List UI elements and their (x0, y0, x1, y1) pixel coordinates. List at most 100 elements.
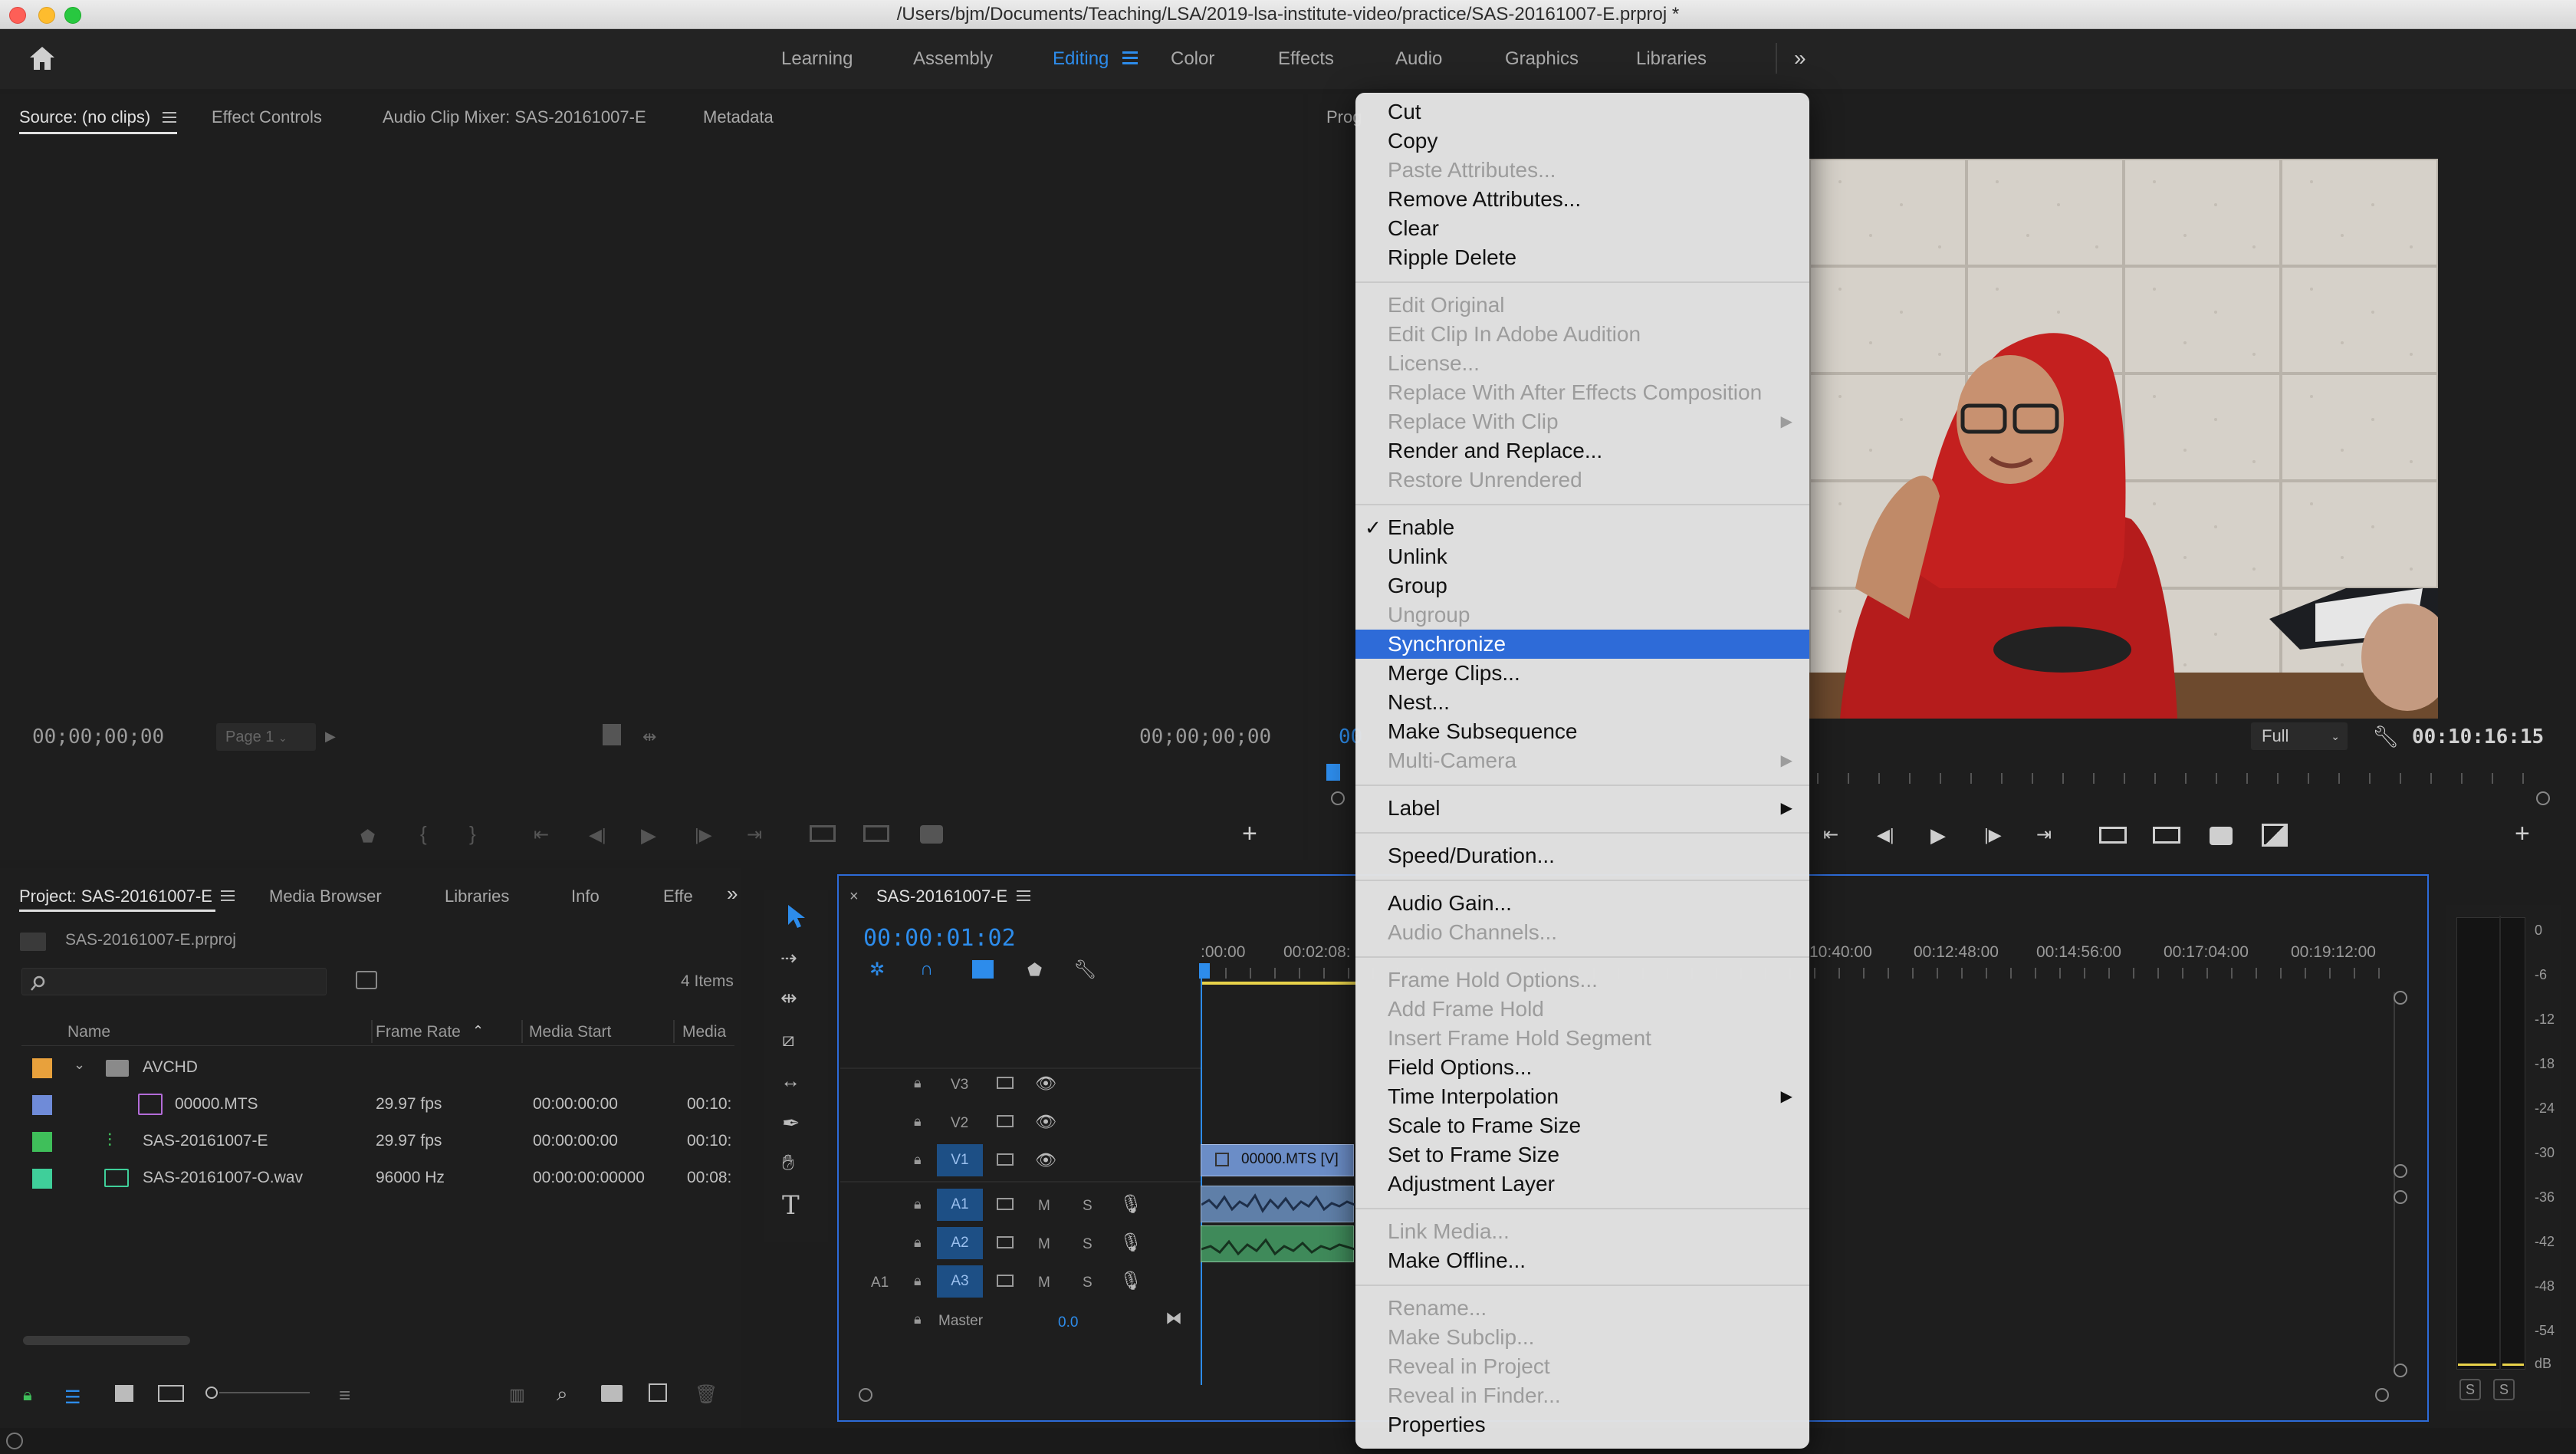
zoom-slider-handle[interactable] (205, 1387, 218, 1399)
track-sync-lock-icon[interactable] (997, 1275, 1014, 1287)
program-add-button-icon[interactable]: + (2515, 819, 2530, 849)
menu-item-adjustment-layer[interactable]: Adjustment Layer (1355, 1169, 1809, 1199)
linked-selection-icon[interactable] (972, 960, 994, 979)
track-lock-icon[interactable]: 🔒︎ (914, 1114, 922, 1130)
menu-item-unlink[interactable]: Unlink (1355, 542, 1809, 571)
label-color-swatch[interactable] (32, 1095, 52, 1115)
new-bin-icon[interactable] (601, 1385, 623, 1402)
menu-item-remove-attributes[interactable]: Remove Attributes... (1355, 185, 1809, 214)
work-area-bar[interactable] (1201, 982, 1357, 985)
workspace-menu-icon[interactable] (1122, 51, 1138, 64)
timeline-add-marker-icon[interactable]: ⬟ (1027, 960, 1042, 980)
home-icon[interactable] (28, 44, 57, 72)
track-lock-icon[interactable]: 🔒︎ (914, 1152, 922, 1168)
label-color-swatch[interactable] (32, 1058, 52, 1078)
program-zoom-handle-right[interactable] (2536, 791, 2550, 805)
column-media-start[interactable]: Media Start (529, 1023, 611, 1041)
track-sync-lock-icon[interactable] (997, 1077, 1014, 1089)
timeline-menu-icon[interactable] (1017, 890, 1030, 902)
mute-button[interactable]: M (1038, 1198, 1050, 1215)
lock-icon[interactable]: 🔒︎ (23, 1385, 32, 1405)
program-step-back-icon[interactable]: ◀| (1877, 825, 1894, 845)
clip-v1[interactable]: 00000.MTS [V] (1201, 1144, 1354, 1176)
solo-right-button[interactable]: S (2493, 1379, 2515, 1400)
program-export-frame-icon[interactable] (2210, 827, 2233, 845)
voice-over-record-icon[interactable]: 🎙︎ (1119, 1193, 1142, 1216)
snap-icon[interactable]: ∩ (920, 959, 933, 980)
play-icon[interactable]: ▶ (641, 824, 656, 847)
menu-item-enable[interactable]: ✓ Enable (1355, 513, 1809, 542)
tab-effects-truncated[interactable]: Effe (663, 887, 693, 906)
menu-item-label[interactable]: Label ▶ (1355, 794, 1809, 823)
toggle-track-output-icon[interactable]: 👁︎ (1035, 1150, 1056, 1170)
menu-item-audio-gain[interactable]: Audio Gain... (1355, 889, 1809, 918)
track-label-v1[interactable]: V1 (937, 1144, 983, 1176)
source-patch-a1[interactable]: A1 (871, 1275, 889, 1291)
menu-item-synchronize[interactable]: Synchronize (1355, 630, 1809, 659)
clip-a2[interactable] (1201, 1225, 1355, 1262)
track-sync-lock-icon[interactable] (997, 1153, 1014, 1166)
menu-item-ripple-delete[interactable]: Ripple Delete (1355, 243, 1809, 272)
solo-button[interactable]: S (1083, 1236, 1092, 1253)
overwrite-icon[interactable] (863, 825, 889, 842)
tab-media-browser[interactable]: Media Browser (269, 887, 382, 906)
track-lock-icon[interactable]: 🔒︎ (914, 1311, 922, 1327)
go-to-out-icon[interactable]: ⇥ (747, 824, 762, 846)
project-panel-menu-icon[interactable] (221, 890, 235, 902)
menu-item-speed-duration[interactable]: Speed/Duration... (1355, 841, 1809, 870)
list-item[interactable]: SAS-20161007-O.wav 96000 Hz 00:00:00:000… (21, 1160, 734, 1196)
clip-a1[interactable] (1201, 1186, 1355, 1222)
project-search-input[interactable] (21, 968, 327, 995)
workspace-tab-libraries[interactable]: Libraries (1636, 29, 1707, 89)
label-color-swatch[interactable] (32, 1132, 52, 1152)
add-marker-icon[interactable]: ⬟ (360, 827, 375, 847)
list-item[interactable]: 00000.MTS 29.97 fps 00:00:00:00 00:10: (21, 1086, 734, 1123)
menu-item-cut[interactable]: Cut (1355, 97, 1809, 127)
workspace-tab-assembly[interactable]: Assembly (913, 29, 993, 89)
comparison-view-icon[interactable] (2262, 824, 2288, 847)
mark-in-icon[interactable]: { (420, 822, 427, 846)
program-fit-select[interactable]: Full ⌄ (2251, 722, 2348, 750)
track-lock-icon[interactable]: 🔒︎ (914, 1075, 922, 1091)
mute-button[interactable]: M (1038, 1275, 1050, 1291)
track-label-a2[interactable]: A2 (937, 1227, 983, 1259)
menu-item-field-options[interactable]: Field Options... (1355, 1053, 1809, 1082)
menu-item-make-subsequence[interactable]: Make Subsequence (1355, 717, 1809, 746)
insert-icon[interactable] (810, 825, 836, 842)
track-label-a1[interactable]: A1 (937, 1189, 983, 1221)
tab-effect-controls[interactable]: Effect Controls (212, 107, 322, 127)
ripple-edit-tool-icon[interactable]: ⇹ (780, 986, 797, 1010)
mute-button[interactable]: M (1038, 1236, 1050, 1253)
program-play-icon[interactable]: ▶ (1930, 824, 1946, 847)
toggle-track-output-icon[interactable]: 👁︎ (1035, 1112, 1056, 1132)
track-label-v2[interactable]: V2 (951, 1115, 968, 1132)
export-frame-button-icon[interactable] (920, 825, 943, 844)
extract-icon[interactable] (2153, 827, 2180, 844)
menu-item-time-interpolation[interactable]: Time Interpolation ▶ (1355, 1082, 1809, 1111)
new-item-icon[interactable] (649, 1383, 667, 1402)
solo-button[interactable]: S (1083, 1275, 1092, 1291)
workspace-tab-color[interactable]: Color (1171, 29, 1214, 89)
voice-over-record-icon[interactable]: 🎙︎ (1119, 1232, 1142, 1254)
timeline-settings-wrench-icon[interactable]: 🔧︎ (1073, 959, 1096, 981)
drag-video-icon[interactable]: ⇹ (642, 727, 656, 747)
workspace-tab-audio[interactable]: Audio (1395, 29, 1442, 89)
menu-item-group[interactable]: Group (1355, 571, 1809, 600)
source-page-select[interactable]: Page 1 ⌄ (216, 723, 316, 751)
column-media[interactable]: Media (682, 1023, 726, 1041)
timeline-timecode[interactable]: 00:00:01:02 (863, 925, 1016, 952)
hand-tool-icon[interactable]: ✋︎ (782, 1150, 794, 1176)
toggle-track-output-icon[interactable]: 👁︎ (1035, 1074, 1056, 1094)
label-color-swatch[interactable] (32, 1169, 52, 1189)
track-lock-icon[interactable]: 🔒︎ (914, 1273, 922, 1289)
tab-info[interactable]: Info (571, 887, 600, 906)
tab-project[interactable]: Project: SAS-20161007-E (19, 887, 212, 906)
timeline-zoom-handle-right[interactable] (2375, 1388, 2389, 1402)
workspace-tab-graphics[interactable]: Graphics (1505, 29, 1579, 89)
track-lock-icon[interactable]: 🔒︎ (914, 1235, 922, 1251)
export-frame-icon[interactable] (603, 724, 621, 745)
menu-item-clear[interactable]: Clear (1355, 214, 1809, 243)
sort-ascending-icon[interactable]: ⌃ (472, 1023, 484, 1039)
selection-tool-icon[interactable] (785, 903, 808, 929)
program-zoom-handle-left[interactable] (1331, 791, 1345, 805)
